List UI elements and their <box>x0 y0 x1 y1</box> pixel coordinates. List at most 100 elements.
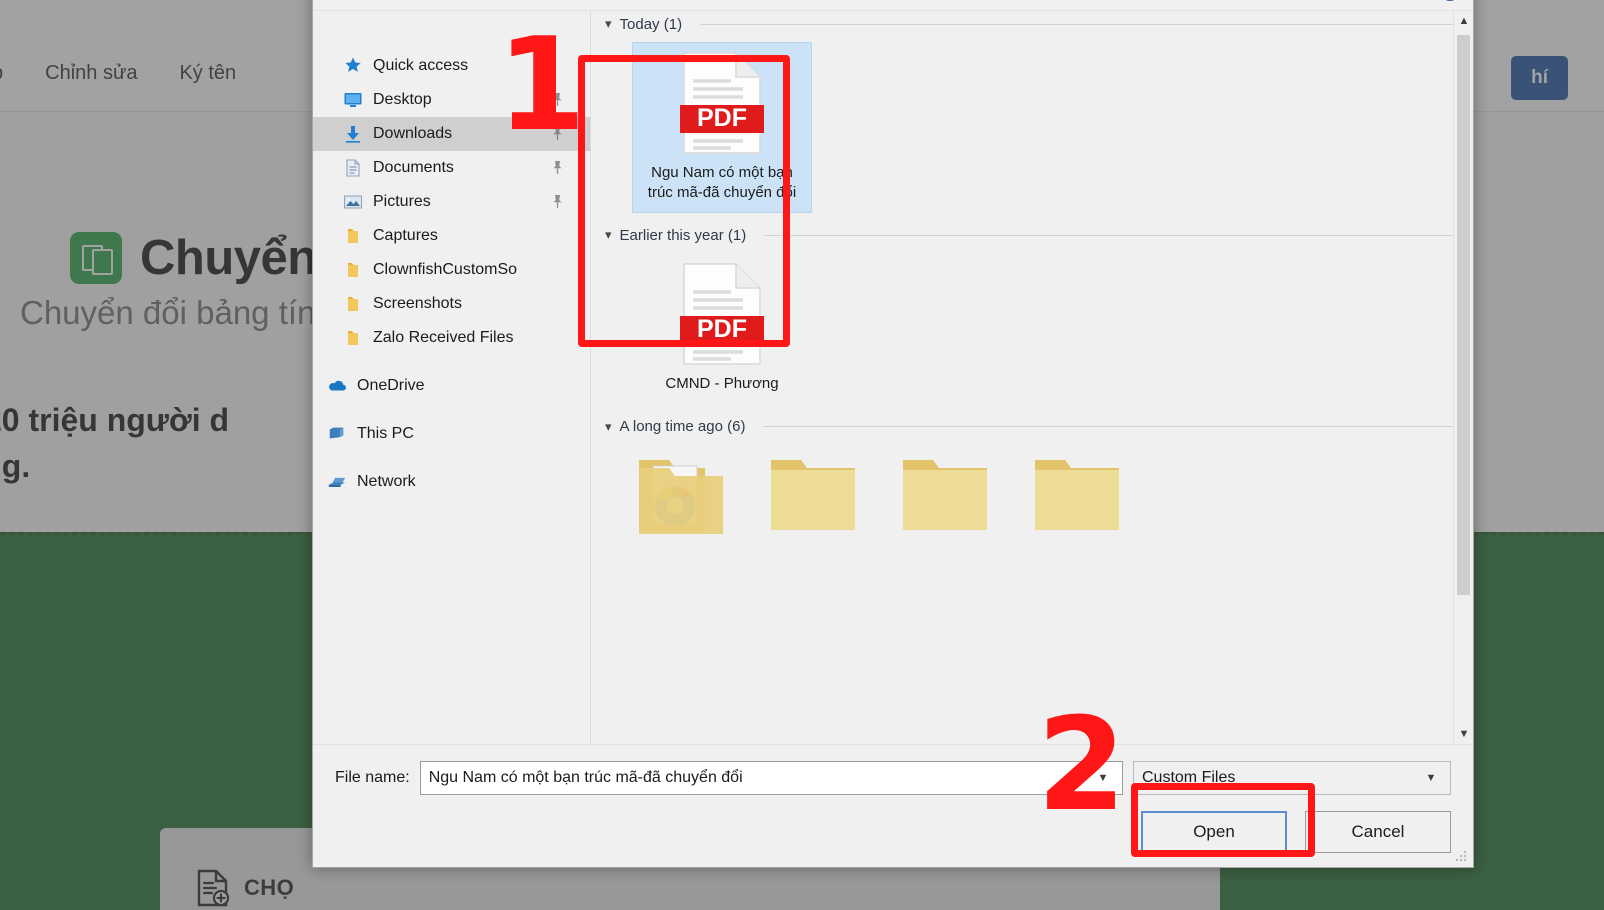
pdf-file-icon: PDF <box>680 263 764 365</box>
file-type-value: Custom Files <box>1142 769 1236 786</box>
document-icon <box>346 159 360 177</box>
file-group-label: Today (1) <box>619 15 683 33</box>
dialog-button-row: Open Cancel <box>335 811 1451 853</box>
sidebar-item-label: Documents <box>373 159 454 176</box>
folder-tile[interactable] <box>1029 446 1125 544</box>
navigation-pane[interactable]: Quick access Desktop Downloads Documents… <box>313 11 591 744</box>
screenshot-root: p Chỉnh sửa Ký tên hí Chuyển Chuyển đổi … <box>0 0 1604 910</box>
chevron-down-icon[interactable]: ▼ <box>1092 772 1114 784</box>
hero-title-row: Chuyển <box>70 230 317 286</box>
file-list-pane[interactable]: ▾ Today (1) PDF Ngu Nam có một bạn trúc … <box>591 11 1473 744</box>
sidebar-item-desktop[interactable]: Desktop <box>313 83 590 117</box>
hero-subtitle: Chuyển đổi bảng tín <box>20 294 316 331</box>
sidebar-item-network[interactable]: Network <box>313 465 590 499</box>
file-group-header-today[interactable]: ▾ Today (1) <box>591 11 1473 37</box>
folder-tile[interactable] <box>633 446 729 544</box>
sidebar-item-captures[interactable]: Captures <box>313 219 590 253</box>
chevron-down-icon[interactable]: ▼ <box>1454 724 1473 744</box>
divider <box>700 23 1453 25</box>
pin-icon[interactable] <box>551 160 564 175</box>
nav-item-ky-ten[interactable]: Ký tên <box>179 62 236 85</box>
file-name-row: File name: Ngu Nam có một bạn trúc mã-đã… <box>335 761 1451 795</box>
folder-tile[interactable] <box>765 446 861 544</box>
document-add-icon <box>197 869 230 907</box>
sidebar-item-downloads[interactable]: Downloads <box>313 117 590 151</box>
folder-icon <box>348 331 358 345</box>
pin-icon[interactable] <box>551 126 564 141</box>
chevron-down-icon[interactable]: ▾ <box>605 227 612 243</box>
sidebar-item-label: Desktop <box>373 91 432 108</box>
sidebar-item-label: This PC <box>357 425 414 442</box>
pdf-file-icon: PDF <box>680 52 764 154</box>
file-tile[interactable]: PDF CMND - Phương <box>633 254 811 404</box>
dialog-account-icon <box>1441 0 1459 1</box>
file-group-header-earlier-this-year[interactable]: ▾ Earlier this year (1) <box>591 222 1473 248</box>
file-type-select[interactable]: Custom Files ▼ <box>1133 761 1451 795</box>
pin-icon[interactable] <box>551 194 564 209</box>
sidebar-item-quick-access[interactable]: Quick access <box>313 49 590 83</box>
network-icon <box>328 477 346 487</box>
sidebar-item-screenshots[interactable]: Screenshots <box>313 287 590 321</box>
folder-icon <box>771 459 855 530</box>
this-pc-icon <box>329 427 344 439</box>
page-title: Chuyển <box>140 231 317 285</box>
sidebar-item-label: Pictures <box>373 193 431 210</box>
file-tile-label: CMND - Phương <box>665 375 779 392</box>
file-group-label: A long time ago (6) <box>619 418 746 435</box>
folder-icon <box>348 297 358 311</box>
file-tile-row: PDF Ngu Nam có một bạn trúc mã-đã chuyển… <box>591 37 1473 222</box>
chevron-down-icon[interactable]: ▼ <box>1420 772 1442 784</box>
dialog-top-strip <box>313 0 1473 11</box>
sidebar-item-label: ClownfishCustomSo <box>373 261 518 278</box>
sidebar-item-zalo-received-files[interactable]: Zalo Received Files <box>313 321 590 355</box>
divider <box>763 426 1453 427</box>
star-icon <box>345 57 361 72</box>
desktop-icon <box>344 93 362 107</box>
svg-text:PDF: PDF <box>697 315 747 343</box>
sidebar-item-pictures[interactable]: Pictures <box>313 185 590 219</box>
nav-item-0[interactable]: p <box>0 62 3 85</box>
site-nav: p Chỉnh sửa Ký tên <box>0 62 236 85</box>
file-tile-row <box>591 440 1473 554</box>
file-tile-label: Ngu Nam có một bạn trúc mã-đã chuyển đổi <box>647 164 797 201</box>
sidebar-item-label: Screenshots <box>373 295 462 312</box>
sidebar-item-label: OneDrive <box>357 377 425 394</box>
folder-chrome-icon <box>639 459 723 534</box>
file-name-input[interactable]: Ngu Nam có một bạn trúc mã-đã chuyển đổi… <box>419 761 1123 795</box>
resize-grip-icon[interactable] <box>1454 849 1468 863</box>
folder-icon <box>348 229 358 243</box>
divider <box>764 234 1453 236</box>
nav-item-chinh-sua[interactable]: Chỉnh sửa <box>45 62 137 85</box>
onedrive-cloud-icon <box>329 380 346 391</box>
sidebar-item-clownfishcustomso[interactable]: ClownfishCustomSo <box>313 253 590 287</box>
folder-tile[interactable] <box>897 446 993 544</box>
sidebar-item-label: Downloads <box>373 125 453 142</box>
open-button[interactable]: Open <box>1141 811 1287 853</box>
chevron-down-icon[interactable]: ▾ <box>605 419 612 435</box>
scrollbar-thumb[interactable] <box>1457 35 1470 595</box>
chevron-down-icon[interactable]: ▾ <box>605 16 612 32</box>
cancel-button[interactable]: Cancel <box>1305 811 1451 853</box>
sidebar-item-label: Network <box>357 473 416 490</box>
file-tile-row: PDF CMND - Phương <box>591 248 1473 414</box>
folder-icon <box>903 459 987 530</box>
folder-icon <box>348 263 358 277</box>
sidebar-item-label: Quick access <box>373 57 469 74</box>
file-open-dialog: Quick access Desktop Downloads Documents… <box>312 0 1474 868</box>
sidebar-item-label: Zalo Received Files <box>373 329 514 346</box>
pin-icon[interactable] <box>551 92 564 107</box>
download-icon <box>346 126 360 143</box>
sidebar-item-label: Captures <box>373 227 438 244</box>
header-cta-button[interactable]: hí <box>1511 56 1568 100</box>
chevron-up-icon[interactable]: ▲ <box>1454 11 1473 31</box>
svg-text:PDF: PDF <box>697 104 747 132</box>
sidebar-item-this-pc[interactable]: This PC <box>313 417 590 451</box>
file-name-label: File name: <box>335 769 410 786</box>
dialog-body: Quick access Desktop Downloads Documents… <box>313 11 1473 744</box>
sidebar-item-onedrive[interactable]: OneDrive <box>313 369 590 403</box>
file-tile-selected[interactable]: PDF Ngu Nam có một bạn trúc mã-đã chuyển… <box>632 42 812 213</box>
sidebar-item-documents[interactable]: Documents <box>313 151 590 185</box>
file-group-header-a-long-time-ago[interactable]: ▾ A long time ago (6) <box>591 414 1473 440</box>
file-list-scrollbar[interactable]: ▲ ▼ <box>1453 11 1473 744</box>
choose-file-label: CHỌ <box>244 875 295 900</box>
